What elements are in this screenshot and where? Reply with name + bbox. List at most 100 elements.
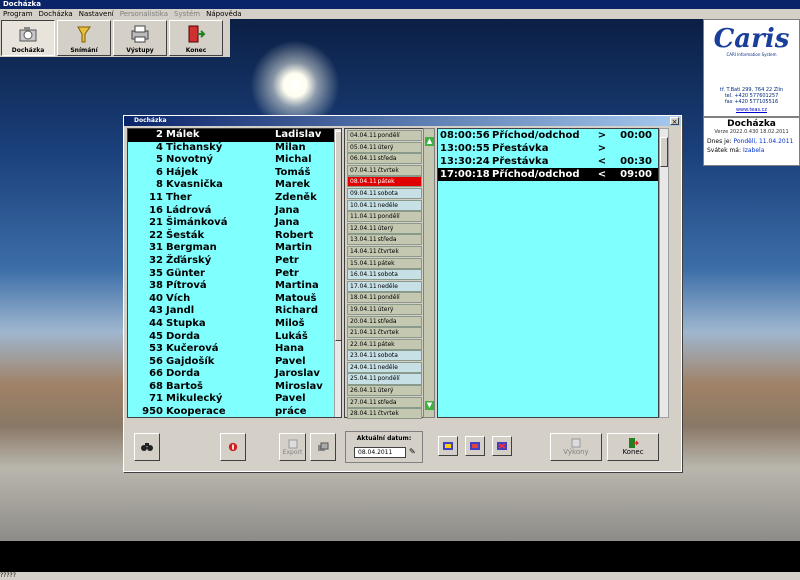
date-row[interactable]: 21.04.11 čtvrtek: [347, 327, 422, 339]
record-label: Přestávka: [492, 156, 549, 167]
search-button[interactable]: [134, 433, 160, 461]
employee-row[interactable]: 11 Ther Zdeněk: [128, 192, 341, 205]
records-scroll-thumb[interactable]: [660, 137, 668, 167]
menu-item-4[interactable]: Systém: [174, 9, 200, 19]
employee-row[interactable]: 71 Mikulecký Pavel: [128, 393, 341, 406]
employee-row[interactable]: 45 Dorda Lukáš: [128, 331, 341, 344]
date-day: čtvrtek: [377, 329, 399, 337]
date-row[interactable]: 17.04.11 neděle: [347, 280, 422, 292]
record-row[interactable]: 13:30:24 Přestávka <00:30: [438, 155, 658, 168]
record-time: 13:00:55: [440, 143, 490, 154]
date-row[interactable]: 14.04.11 čtvrtek: [347, 245, 422, 258]
date-row[interactable]: 22.04.11 pátek: [347, 338, 422, 350]
employee-row[interactable]: 5 Novotný Michal: [128, 154, 341, 167]
logo-url-link[interactable]: www.teas.cz: [704, 107, 799, 113]
date-row[interactable]: 24.04.11 neděle: [347, 361, 422, 373]
date-day: sobota: [377, 189, 398, 197]
pencil-icon[interactable]: ✎: [409, 447, 416, 456]
export-button[interactable]: Export: [279, 433, 306, 461]
date-row[interactable]: 16.04.11 sobota: [347, 269, 422, 281]
record-row[interactable]: 13:00:55 Přestávka >: [438, 142, 658, 155]
date-row[interactable]: 15.04.11 pátek: [347, 257, 422, 269]
toolbar-button-3[interactable]: Konec: [169, 20, 223, 56]
vykony-button[interactable]: Výkony: [550, 433, 602, 461]
current-date-input[interactable]: 08.04.2011: [354, 447, 406, 458]
employee-row[interactable]: 38 Pítrová Martina: [128, 280, 341, 293]
edit-record-button[interactable]: [465, 436, 485, 456]
date-row[interactable]: 19.04.11 úterý: [347, 303, 422, 315]
employee-last: Bergman: [166, 242, 217, 254]
menu-item-3[interactable]: Personalistika: [120, 9, 168, 19]
employee-row[interactable]: 2 Málek Ladislav: [128, 129, 341, 142]
date-row[interactable]: 25.04.11 pondělí: [347, 373, 422, 385]
date-row[interactable]: 26.04.11 úterý: [347, 385, 422, 397]
date-row[interactable]: 12.04.11 úterý: [347, 222, 422, 234]
date-row[interactable]: 11.04.11 pondělí: [347, 211, 422, 223]
employee-row[interactable]: 21 Šimánková Jana: [128, 217, 341, 230]
employee-row[interactable]: 8 Kvasnička Marek: [128, 179, 341, 192]
employee-list-scrollbar[interactable]: [334, 129, 341, 417]
info-box: Docházka Verze 2022.0.430 18.02.2011 Dne…: [703, 117, 800, 166]
employee-num: 45: [149, 330, 163, 342]
employee-list[interactable]: 2 Málek Ladislav 4 Tichanský Milan 5 Novotný Mic…: [127, 128, 342, 418]
employee-row[interactable]: 4 Tichanský Milan: [128, 142, 341, 155]
exit-door-icon: [629, 438, 639, 448]
employee-row[interactable]: 32 Žďárský Petr: [128, 255, 341, 268]
copy-button[interactable]: [310, 433, 336, 461]
menu-item-2[interactable]: Nastavení: [79, 9, 114, 19]
employee-row[interactable]: 43 Jandl Richard: [128, 305, 341, 318]
record-row[interactable]: 17:00:18 Příchod/odchod <09:00: [438, 168, 658, 181]
date-day: čtvrtek: [377, 247, 399, 255]
employee-first: Richard: [275, 305, 319, 317]
menu-item-1[interactable]: Docházka: [39, 9, 73, 19]
date-date: 04.04.11: [350, 132, 377, 139]
employee-scroll-thumb[interactable]: [335, 131, 341, 341]
delete-record-button[interactable]: [492, 436, 512, 456]
date-up-arrow-icon[interactable]: ▲: [425, 137, 434, 146]
date-down-arrow-icon[interactable]: ▼: [425, 401, 434, 410]
date-row[interactable]: 09.04.11 sobota: [347, 187, 422, 200]
employee-num: 44: [149, 317, 163, 329]
date-row[interactable]: 18.04.11 pondělí: [347, 292, 422, 304]
toolbar-button-0[interactable]: Docházka: [1, 20, 55, 56]
date-list[interactable]: 04.04.11 pondělí 05.04.11 úterý 06.04.11 stře…: [344, 128, 424, 420]
employee-row[interactable]: 53 Kučerová Hana: [128, 343, 341, 356]
date-day: pondělí: [377, 132, 400, 139]
employee-last: Tichanský: [166, 141, 223, 153]
employee-row[interactable]: 40 Vích Matouš: [128, 293, 341, 306]
date-date: 21.04.11: [350, 329, 377, 337]
employee-row[interactable]: 950 Kooperace práce: [128, 406, 341, 417]
employee-row[interactable]: 44 Stupka Miloš: [128, 318, 341, 331]
employee-row[interactable]: 6 Hájek Tomáš: [128, 167, 341, 180]
employee-row[interactable]: 66 Dorda Jaroslav: [128, 368, 341, 381]
employee-row[interactable]: 56 Gajdošík Pavel: [128, 356, 341, 369]
date-row[interactable]: 04.04.11 pondělí: [347, 130, 422, 142]
date-row[interactable]: 20.04.11 středa: [347, 315, 422, 327]
window-close-button[interactable]: ×: [670, 117, 679, 126]
records-scrollbar[interactable]: [659, 128, 669, 418]
employee-row[interactable]: 68 Bartoš Miroslav: [128, 381, 341, 394]
date-row[interactable]: 06.04.11 středa: [347, 153, 422, 165]
date-row[interactable]: 07.04.11 čtvrtek: [347, 164, 422, 176]
date-row[interactable]: 28.04.11 čtvrtek: [347, 408, 422, 420]
employee-row[interactable]: 16 Ládrová Jana: [128, 205, 341, 218]
date-row[interactable]: 13.04.11 středa: [347, 234, 422, 246]
employee-row[interactable]: 22 Šesták Robert: [128, 230, 341, 243]
toolbar-button-1[interactable]: Snímání: [57, 20, 111, 56]
employee-row[interactable]: 35 Günter Petr: [128, 268, 341, 281]
konec-button[interactable]: Konec: [607, 433, 659, 461]
employee-last: Kučerová: [166, 343, 219, 355]
attendance-records-list[interactable]: 08:00:56 Příchod/odchod >00:00 13:00:55 Přes…: [437, 128, 659, 418]
add-record-button[interactable]: [438, 436, 458, 456]
date-row[interactable]: 05.04.11 úterý: [347, 141, 422, 153]
toolbar-button-2[interactable]: Výstupy: [113, 20, 167, 56]
record-row[interactable]: 08:00:56 Příchod/odchod >00:00: [438, 129, 658, 142]
date-row[interactable]: 08.04.11 pátek: [347, 176, 422, 188]
menu-item-0[interactable]: Program: [3, 9, 33, 19]
employee-row[interactable]: 31 Bergman Martin: [128, 242, 341, 255]
date-row[interactable]: 10.04.11 neděle: [347, 199, 422, 211]
menu-item-5[interactable]: Nápověda: [206, 9, 241, 19]
date-row[interactable]: 23.04.11 sobota: [347, 350, 422, 362]
stop-button[interactable]: [220, 433, 246, 461]
date-row[interactable]: 27.04.11 středa: [347, 396, 422, 408]
